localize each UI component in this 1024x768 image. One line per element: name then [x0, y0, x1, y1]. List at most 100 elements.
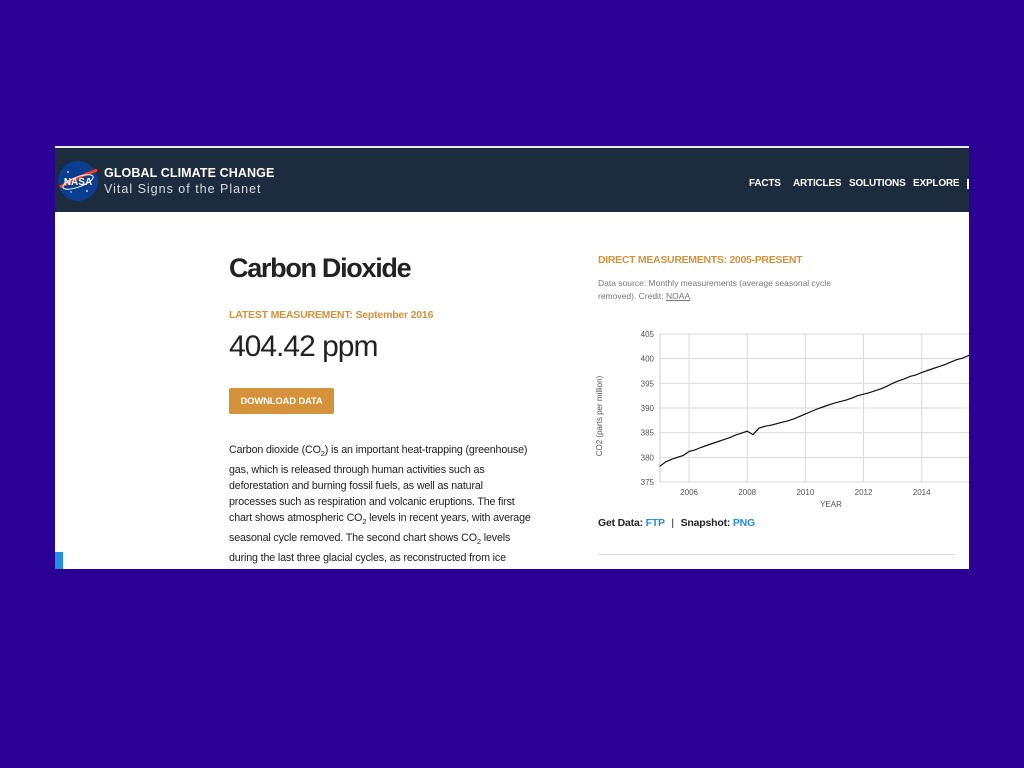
x-tick-label: 2008 — [738, 488, 756, 497]
description-line: Carbon dioxide (CO2) is an important hea… — [229, 442, 529, 462]
description-line: deforestation and burning fossil fuels, … — [229, 478, 529, 494]
co2-data-point — [810, 410, 812, 412]
co2-data-point — [758, 427, 760, 429]
y-tick-label: 400 — [641, 355, 655, 364]
co2-data-point — [682, 454, 684, 456]
x-tick-label: 2010 — [796, 488, 814, 497]
description-text-run: seasonal cycle removed. The second chart… — [229, 532, 477, 545]
co2-data-point — [729, 437, 731, 439]
co2-data-point — [921, 371, 923, 373]
y-axis-label: CO2 (parts per million) — [595, 375, 604, 456]
description-text-run: levels — [480, 532, 511, 545]
co2-data-point — [694, 449, 696, 451]
co2-line-chart: 375 380 385 390 395 400 405 2006 2008 2010 2012 20… — [595, 330, 969, 509]
co2-series-line — [659, 354, 969, 467]
co2-data-point — [839, 401, 841, 403]
co2-data-point — [938, 366, 940, 368]
description-text: Carbon dioxide (CO2) is an important hea… — [229, 442, 531, 569]
co2-data-point — [926, 370, 928, 372]
co2-data-point — [700, 446, 702, 448]
y-axis-ticks: 375 380 385 390 395 400 405 — [641, 330, 655, 487]
latest-measurement-value: 404.42 ppm — [229, 330, 378, 363]
x-tick-label: 2014 — [913, 488, 931, 497]
page-title: Carbon Dioxide — [229, 253, 412, 283]
description-line: cores. — [229, 566, 529, 569]
co2-data-point — [886, 385, 888, 387]
site-header: NASA GLOBAL CLIMATE CHANGE Vital Signs o… — [55, 148, 969, 212]
co2-data-point — [764, 425, 766, 427]
nav-facts[interactable]: FACTS — [749, 178, 781, 189]
get-data-row: Get Data: FTP | Snapshot: PNG — [598, 517, 755, 529]
description-line: processes such as respiration and volcan… — [229, 494, 529, 510]
co2-data-point — [956, 359, 958, 361]
download-data-button[interactable]: DOWNLOAD DATA — [229, 388, 334, 414]
co2-data-point — [775, 423, 777, 425]
co2-data-points — [659, 355, 969, 467]
co2-data-point — [717, 441, 719, 443]
description-text-run: chart shows atmospheric CO — [229, 512, 363, 525]
co2-data-point — [845, 399, 847, 401]
co2-data-point — [833, 402, 835, 404]
description-text-run: processes such as respiration and volcan… — [229, 496, 515, 509]
co2-data-point — [822, 406, 824, 408]
description-line: seasonal cycle removed. The second chart… — [229, 530, 529, 550]
co2-data-point — [961, 357, 963, 359]
snapshot-label: Snapshot: — [680, 517, 731, 529]
co2-data-point — [816, 408, 818, 410]
nav-solutions[interactable]: SOLUTIONS — [849, 178, 906, 189]
nav-explore[interactable]: EXPLORE — [913, 178, 960, 189]
co2-data-point — [874, 390, 876, 392]
co2-data-point — [868, 392, 870, 394]
description-text-run: ) is an important heat-trapping (greenho… — [324, 444, 528, 456]
y-tick-label: 380 — [641, 453, 655, 462]
website-screenshot: NASA GLOBAL CLIMATE CHANGE Vital Signs o… — [55, 146, 969, 569]
chart-heading: DIRECT MEASUREMENTS: 2005-PRESENT — [598, 254, 803, 266]
co2-data-point — [746, 430, 748, 432]
co2-data-point — [769, 424, 771, 426]
png-link[interactable]: PNG — [733, 517, 755, 529]
latest-measurement-label: LATEST MEASUREMENT: September 2016 — [229, 309, 434, 321]
x-axis-ticks: 2006 2008 2010 2012 2014 2016 — [680, 488, 931, 497]
nav-overflow-icon[interactable] — [967, 179, 969, 189]
nav-articles[interactable]: ARTICLES — [793, 178, 842, 189]
co2-data-point — [857, 395, 859, 397]
description-text-run: gas, which is released through human act… — [229, 464, 485, 477]
get-data-label: Get Data: — [598, 517, 643, 529]
y-tick-label: 395 — [641, 379, 655, 388]
x-tick-label: 2006 — [680, 488, 698, 497]
y-tick-label: 405 — [641, 330, 655, 339]
description-line: during the last three glacial cycles, as… — [229, 550, 529, 566]
co2-data-point — [892, 382, 894, 384]
noaa-credit-link[interactable]: NOAA — [666, 291, 690, 301]
ftp-link[interactable]: FTP — [646, 517, 665, 529]
co2-data-point — [799, 415, 801, 417]
get-data-separator: | — [671, 517, 674, 529]
co2-data-point — [793, 418, 795, 420]
co2-data-point — [932, 368, 934, 370]
y-tick-label: 375 — [641, 478, 655, 487]
co2-data-point — [787, 420, 789, 422]
chart-divider — [598, 554, 955, 555]
co2-data-point — [880, 388, 882, 390]
co2-data-point — [671, 458, 673, 460]
feedback-tab[interactable] — [55, 552, 63, 569]
main-nav: FACTS ARTICLES SOLUTIONS EXPLORE — [55, 178, 969, 194]
co2-data-point — [659, 465, 661, 467]
co2-data-point — [967, 355, 969, 357]
co2-data-point — [752, 434, 754, 436]
co2-data-point — [863, 393, 865, 395]
co2-data-point — [915, 374, 917, 376]
x-tick-label: 2012 — [855, 488, 873, 497]
chart-grid — [659, 333, 969, 483]
co2-data-point — [735, 434, 737, 436]
co2-data-point — [851, 397, 853, 399]
x-axis-label: YEAR — [820, 500, 842, 509]
co2-data-point — [804, 413, 806, 415]
co2-data-point — [944, 364, 946, 366]
co2-data-point — [706, 444, 708, 446]
co2-data-point — [676, 456, 678, 458]
co2-data-point — [723, 439, 725, 441]
co2-data-point — [903, 378, 905, 380]
co2-data-point — [897, 380, 899, 382]
chart-source-note: Data source: Monthly measurements (avera… — [598, 277, 838, 303]
